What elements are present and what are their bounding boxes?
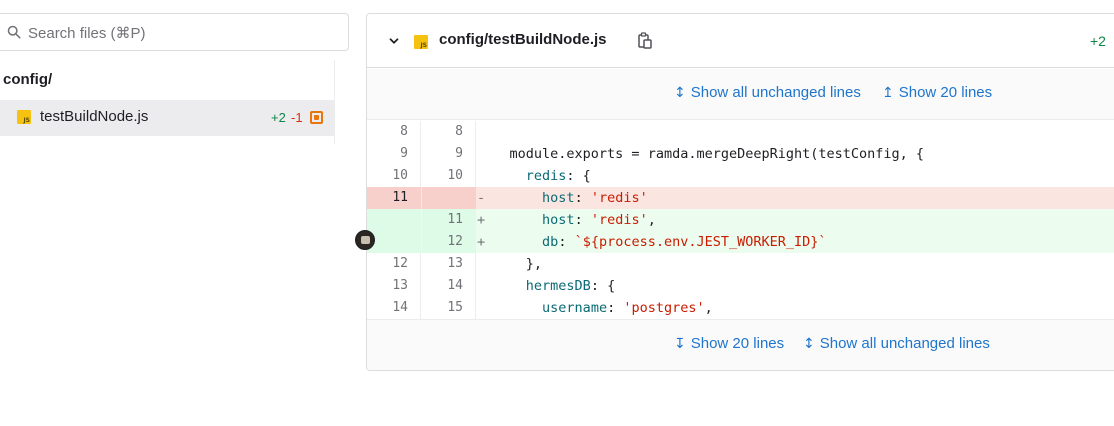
new-line-number[interactable]: 13 bbox=[422, 253, 476, 275]
tree-scrollbar[interactable] bbox=[334, 60, 348, 144]
new-line-number[interactable]: 9 bbox=[422, 143, 476, 165]
copy-file-path-icon[interactable] bbox=[637, 32, 653, 50]
search-files-input[interactable]: Search files (⌘P) bbox=[0, 13, 349, 51]
old-line-number[interactable]: 13 bbox=[367, 275, 421, 297]
diff-line-code: - host: 'redis' bbox=[477, 190, 648, 206]
show-20-lines-up-button[interactable]: ↥ Show 20 lines bbox=[882, 84, 992, 101]
diff-line: 14 15 username: 'postgres', bbox=[367, 297, 1114, 319]
expand-all-icon: ↕ bbox=[674, 85, 686, 101]
expand-lines-bottom: ↧ Show 20 lines ↕ Show all unchanged lines bbox=[367, 319, 1114, 370]
diff-line-code: module.exports = ramda.mergeDeepRight(te… bbox=[493, 146, 925, 162]
new-line-number[interactable]: 8 bbox=[422, 121, 476, 143]
new-line-number[interactable]: 14 bbox=[422, 275, 476, 297]
old-line-number[interactable]: 10 bbox=[367, 165, 421, 187]
search-icon bbox=[7, 25, 21, 39]
old-line-number[interactable]: 9 bbox=[367, 143, 421, 165]
show-all-unchanged-lines-button[interactable]: ↕ Show all unchanged lines bbox=[674, 84, 861, 101]
javascript-file-icon: JS bbox=[17, 110, 31, 124]
new-line-number[interactable]: 12 bbox=[422, 231, 476, 253]
file-tree-item-label: testBuildNode.js bbox=[40, 108, 149, 125]
new-line-number[interactable] bbox=[422, 187, 476, 209]
file-modified-icon bbox=[310, 111, 323, 124]
expand-down-icon: ↧ bbox=[674, 336, 686, 352]
diff-file-path[interactable]: config/testBuildNode.js bbox=[439, 31, 607, 48]
new-line-number[interactable]: 15 bbox=[422, 297, 476, 319]
show-20-lines-down-button[interactable]: ↧ Show 20 lines bbox=[674, 335, 784, 352]
diff-line: 10 10 redis: { bbox=[367, 165, 1114, 187]
diff-file: JS config/testBuildNode.js +2 ↕ Show all … bbox=[366, 13, 1114, 371]
expand-up-icon: ↥ bbox=[882, 85, 894, 101]
diff-line: 13 14 hermesDB: { bbox=[367, 275, 1114, 297]
diff-line-code: }, bbox=[493, 256, 543, 272]
diff-line-code: + db: `${process.env.JEST_WORKER_ID}` bbox=[477, 234, 827, 250]
file-tree: config/ JS testBuildNode.js +2 -1 bbox=[0, 60, 348, 144]
diff-line: 11 + host: 'redis', bbox=[367, 209, 1114, 231]
old-line-number[interactable]: 11 bbox=[367, 187, 421, 209]
old-line-number[interactable]: 14 bbox=[367, 297, 421, 319]
diff-line-code: + host: 'redis', bbox=[477, 212, 656, 228]
expand-all-icon: ↕ bbox=[803, 336, 815, 352]
show-all-unchanged-lines-button[interactable]: ↕ Show all unchanged lines bbox=[803, 335, 990, 352]
diff-line-code: redis: { bbox=[525, 168, 591, 184]
expand-lines-top: ↕ Show all unchanged lines ↥ Show 20 lines bbox=[367, 69, 1114, 120]
old-line-number[interactable]: 12 bbox=[367, 253, 421, 275]
old-line-number[interactable] bbox=[367, 209, 421, 231]
file-tree-item-testbuildnode[interactable]: JS testBuildNode.js +2 -1 bbox=[0, 100, 334, 136]
diff-line: 12 13 }, bbox=[367, 253, 1114, 275]
old-line-number[interactable] bbox=[367, 231, 421, 253]
javascript-file-icon: JS bbox=[414, 35, 428, 49]
file-deletions-count: -1 bbox=[291, 110, 303, 125]
search-placeholder: Search files (⌘P) bbox=[28, 25, 146, 42]
diff-line: 12 + db: `${process.env.JEST_WORKER_ID}` bbox=[367, 231, 1114, 253]
file-additions-count: +2 bbox=[271, 110, 286, 125]
commenter-avatar[interactable] bbox=[355, 230, 375, 250]
folder-config[interactable]: config/ bbox=[3, 71, 52, 88]
old-line-number[interactable]: 8 bbox=[367, 121, 421, 143]
diff-line-code: hermesDB: { bbox=[525, 278, 616, 294]
diff-line: 99 module.exports = ramda.mergeDeepRight… bbox=[367, 143, 1114, 165]
chevron-down-icon[interactable] bbox=[387, 34, 401, 48]
new-line-number[interactable]: 10 bbox=[422, 165, 476, 187]
diff-line: 88 bbox=[367, 121, 1114, 143]
diff-line-code bbox=[477, 121, 510, 143]
diff-line: 11 - host: 'redis' bbox=[367, 187, 1114, 209]
diff-file-header: JS config/testBuildNode.js +2 bbox=[367, 14, 1114, 68]
diff-line-code: username: 'postgres', bbox=[542, 300, 713, 316]
diff-additions-count: +2 bbox=[1090, 33, 1106, 49]
diff-lines: 88 99 module.exports = ramda.mergeDeepRi… bbox=[367, 120, 1114, 319]
new-line-number[interactable]: 11 bbox=[422, 209, 476, 231]
